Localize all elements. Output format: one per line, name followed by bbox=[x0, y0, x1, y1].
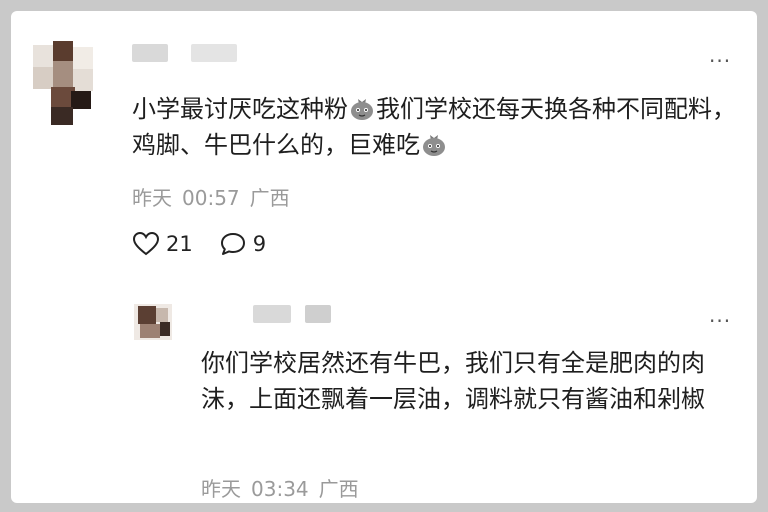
comment-bubble-icon bbox=[220, 233, 245, 255]
emoji-icon bbox=[349, 95, 375, 121]
emoji-icon bbox=[421, 131, 447, 157]
more-options-icon[interactable]: ··· bbox=[709, 51, 731, 71]
comment-date: 昨天 bbox=[132, 186, 172, 210]
avatar[interactable] bbox=[33, 41, 93, 125]
username-redacted bbox=[253, 305, 291, 323]
username-redacted bbox=[191, 44, 237, 62]
comment-actions: 21 9 bbox=[132, 231, 292, 257]
like-count: 21 bbox=[166, 232, 193, 256]
comment-location: 广西 bbox=[249, 186, 290, 210]
heart-icon bbox=[132, 231, 160, 256]
comment-text-part1: 小学最讨厌吃这种粉 bbox=[132, 95, 348, 123]
more-options-icon[interactable]: ··· bbox=[709, 311, 731, 331]
comment-meta: 昨天 00:57 广西 bbox=[132, 186, 300, 210]
comment-card: ··· 小学最讨厌吃这种粉 我们学校还每天换各种不同配料，鸡脚、牛巴什么的，巨难吃… bbox=[11, 11, 757, 503]
reply-count: 9 bbox=[252, 232, 267, 256]
reply-text: 你们学校居然还有牛巴，我们只有全是肥肉的肉沫，上面还飘着一层油，调料就只有酱油和… bbox=[201, 349, 705, 413]
reply-location: 广西 bbox=[318, 477, 359, 501]
avatar[interactable] bbox=[134, 304, 172, 340]
username-redacted bbox=[132, 44, 168, 62]
comment-text: 小学最讨厌吃这种粉 我们学校还每天换各种不同配料，鸡脚、牛巴什么的，巨难吃 bbox=[132, 91, 742, 163]
reply-button[interactable]: 9 bbox=[219, 231, 266, 257]
like-button[interactable]: 21 bbox=[132, 231, 193, 257]
reply-meta: 昨天 03:34 广西 bbox=[201, 477, 369, 501]
comment-time: 00:57 bbox=[182, 186, 240, 210]
username-redacted bbox=[305, 305, 331, 323]
reply-time: 03:34 bbox=[251, 477, 309, 501]
reply-date: 昨天 bbox=[201, 477, 241, 501]
